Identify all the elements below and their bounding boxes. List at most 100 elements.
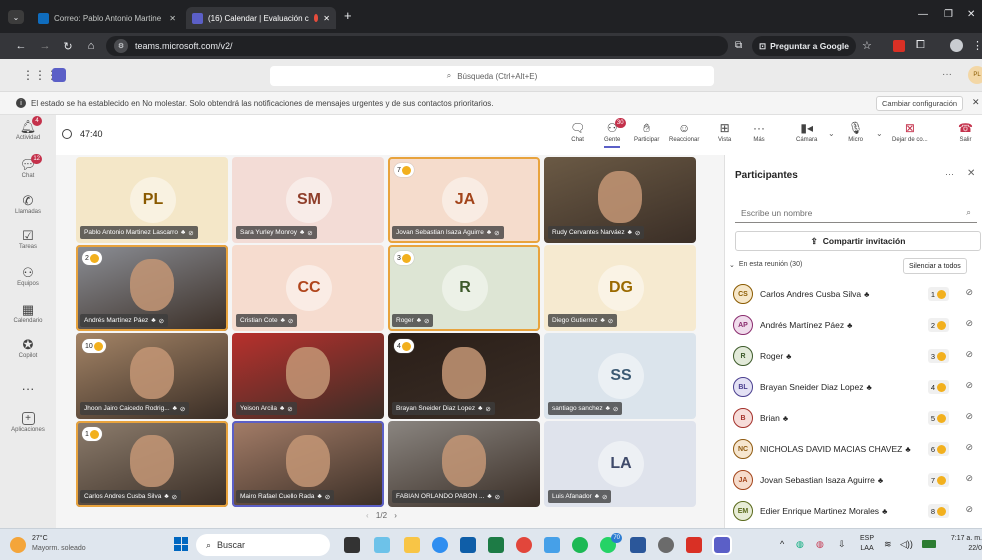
participant-tile[interactable]: LA Luis Afanador ♣ ⊘ (544, 421, 696, 507)
participant-row[interactable]: CS Carlos Andres Cusba Silva ♣ 1 ⊘ (733, 283, 979, 305)
weather-widget[interactable]: 27°C Mayorm. soleado (32, 534, 86, 554)
muted-mic-icon[interactable]: ⊘ (965, 411, 973, 422)
excel-icon[interactable] (488, 537, 504, 553)
participant-tile[interactable]: 2 Andrés Martínez Páez ♣ ⊘ (76, 245, 228, 331)
participant-tile[interactable]: 1 Carlos Andres Cusba Silva ♣ ⊘ (76, 421, 228, 507)
acrobat-icon[interactable] (686, 537, 702, 553)
react-button[interactable]: ☺ Reaccionar (669, 121, 699, 143)
usb-icon[interactable]: ⇩ (838, 539, 846, 550)
participant-tile[interactable]: SM Sara Yurley Monroy ♣ ⊘ (232, 157, 384, 243)
site-info-icon[interactable]: ⚙ (114, 39, 128, 53)
previous-page-icon[interactable]: ‹ (366, 511, 369, 520)
participant-search-input[interactable]: Escribe un nombre ⌕ (735, 203, 977, 223)
participant-tile[interactable]: 4 Brayan Sneider Diaz Lopez ♣ ⊘ (388, 333, 540, 419)
new-tab-icon[interactable]: + (344, 8, 352, 23)
home-icon[interactable]: ⌂ (82, 37, 100, 55)
camera-button[interactable]: ▮◂ Cámara (796, 121, 817, 143)
rail-item-apps[interactable]: + Aplicaciones (0, 412, 56, 433)
taskbar-search-box[interactable]: ⌕ Buscar (196, 534, 330, 556)
cast-icon[interactable]: ⧉ (735, 40, 742, 51)
app-icon[interactable] (544, 537, 560, 553)
reload-icon[interactable]: ↻ (59, 37, 77, 55)
spotify-icon[interactable] (572, 537, 588, 553)
tab-search-button[interactable]: ⌄ (8, 10, 24, 24)
participant-tile[interactable]: FABIAN ORLANDO PABON ... ♣ ⊘ (388, 421, 540, 507)
wifi-icon[interactable]: ≋ (884, 539, 892, 550)
muted-mic-icon[interactable]: ⊘ (965, 380, 973, 391)
tray-chevron-icon[interactable]: ^ (780, 539, 784, 549)
rail-item-tasks[interactable]: ☑ Tareas (0, 228, 56, 250)
camera-options-chevron-icon[interactable]: ⌄ (828, 129, 835, 138)
rail-item-activity[interactable]: 🔔︎ 4 Actividad (0, 116, 56, 141)
whatsapp-icon[interactable]: 70 (600, 533, 622, 553)
ask-google-button[interactable]: ⊡ Preguntar a Google (752, 36, 856, 56)
leave-button[interactable]: ☎ Salir (958, 121, 973, 143)
raise-hand-button[interactable]: ✋︎ Participar (634, 121, 659, 143)
participant-tile[interactable]: Rudy Cervantes Narváez ♣ ⊘ (544, 157, 696, 243)
meeting-chat-button[interactable]: 🗨︎ Chat (570, 121, 585, 143)
muted-mic-icon[interactable]: ⊘ (965, 442, 973, 453)
muted-mic-icon[interactable]: ⊘ (965, 349, 973, 360)
word-icon[interactable] (630, 537, 646, 553)
profile-icon[interactable] (950, 39, 963, 52)
bookmark-star-icon[interactable]: ☆ (862, 39, 872, 52)
browser-tab-teams[interactable]: (16) Calendar | Evaluación c ✕ (186, 7, 336, 29)
pdf-extension-icon[interactable] (893, 40, 905, 52)
participant-tile[interactable]: SS santiago sanchez ♣ ⊘ (544, 333, 696, 419)
rail-item-copilot[interactable]: ✪ Copilot (0, 337, 56, 359)
close-notice-icon[interactable]: ✕ (972, 97, 980, 108)
tray-app-icon[interactable]: ◍ (796, 539, 804, 550)
more-options-icon[interactable]: ··· (942, 69, 952, 80)
copilot-taskbar-icon[interactable] (374, 537, 390, 553)
mic-options-chevron-icon[interactable]: ⌄ (876, 129, 883, 138)
participant-row[interactable]: BL Brayan Sneider Diaz Lopez ♣ 4 ⊘ (733, 376, 979, 398)
user-avatar[interactable]: PL (968, 66, 982, 84)
teams-search-input[interactable]: ⌕ Búsqueda (Ctrl+Alt+E) (270, 66, 714, 86)
stop-sharing-button[interactable]: ⊠ Dejar de co... (892, 121, 928, 143)
rail-item-calendar[interactable]: ▦ Calendario (0, 302, 56, 324)
muted-mic-icon[interactable]: ⊘ (965, 318, 973, 329)
participant-tile[interactable]: DG Diego Gutierrez ♣ ⊘ (544, 245, 696, 331)
panel-more-icon[interactable]: ··· (945, 169, 954, 179)
participant-row[interactable]: AP Andrés Martínez Páez ♣ 2 ⊘ (733, 314, 979, 336)
close-tab-icon[interactable]: ✕ (169, 14, 176, 23)
change-settings-button[interactable]: Cambiar configuración (876, 96, 964, 111)
minimize-icon[interactable]: — (918, 9, 928, 20)
people-button[interactable]: ⚇ 30 Gente (604, 118, 626, 148)
muted-mic-icon[interactable]: ⊘ (965, 287, 973, 298)
store-icon[interactable] (460, 537, 476, 553)
participant-tile[interactable]: PL Pablo Antonio Martinez Lascarro ♣ ⊘ (76, 157, 228, 243)
rail-item-calls[interactable]: ✆ Llamadas (0, 193, 56, 215)
share-invite-button[interactable]: ⇪ Compartir invitación (735, 231, 981, 251)
windows-start-icon[interactable] (174, 537, 188, 551)
participant-tile[interactable]: 10 Jhoon Jairo Caicedo Rodrig... ♣ ⊘ (76, 333, 228, 419)
address-bar[interactable]: ⚙ teams.microsoft.com/v2/ (106, 36, 728, 56)
language-indicator[interactable]: ESP LAA (860, 534, 874, 554)
mute-all-button[interactable]: Silenciar a todos (903, 258, 967, 274)
battery-icon[interactable] (922, 540, 936, 548)
extensions-icon[interactable]: ⧠ (916, 39, 925, 52)
chrome-icon[interactable] (516, 537, 532, 553)
participant-row[interactable]: B Brian ♣ 5 ⊘ (733, 407, 979, 429)
clock[interactable]: 7:17 a. m. 22/0 (942, 534, 982, 554)
in-meeting-section-toggle[interactable]: ⌄ En esta reunión (30) (729, 261, 802, 269)
browser-menu-icon[interactable]: ⋮ (972, 39, 982, 52)
participant-row[interactable]: EM Edier Enrique Martinez Morales ♣ 8 ⊘ (733, 500, 979, 522)
forward-icon[interactable]: → (36, 37, 54, 55)
view-button[interactable]: ⊞ Vista (718, 121, 731, 143)
muted-mic-icon[interactable]: ⊘ (965, 504, 973, 515)
close-panel-icon[interactable]: ✕ (967, 168, 975, 179)
rail-item-teams[interactable]: ⚇ Equipos (0, 265, 56, 287)
rail-item-chat[interactable]: 💬︎ 12 Chat (0, 154, 56, 179)
participant-tile[interactable]: CC Cristian Cote ♣ ⊘ (232, 245, 384, 331)
back-icon[interactable]: ← (12, 37, 30, 55)
participant-row[interactable]: NC NICHOLAS DAVID MACIAS CHAVEZ ♣ 6 ⊘ (733, 438, 979, 460)
rail-more-apps[interactable]: ··· (0, 380, 56, 396)
edge-icon[interactable] (432, 537, 448, 553)
file-explorer-icon[interactable] (404, 537, 420, 553)
participant-row[interactable]: JA Jovan Sebastian Isaza Aguirre ♣ 7 ⊘ (733, 469, 979, 491)
volume-icon[interactable]: ◁)) (900, 539, 913, 550)
browser-tab-mail[interactable]: Correo: Pablo Antonio Martine ✕ (32, 7, 182, 29)
muted-mic-icon[interactable]: ⊘ (965, 473, 973, 484)
participant-tile[interactable]: JA 7 Jovan Sebastian Isaza Aguirre ♣ ⊘ (388, 157, 540, 243)
